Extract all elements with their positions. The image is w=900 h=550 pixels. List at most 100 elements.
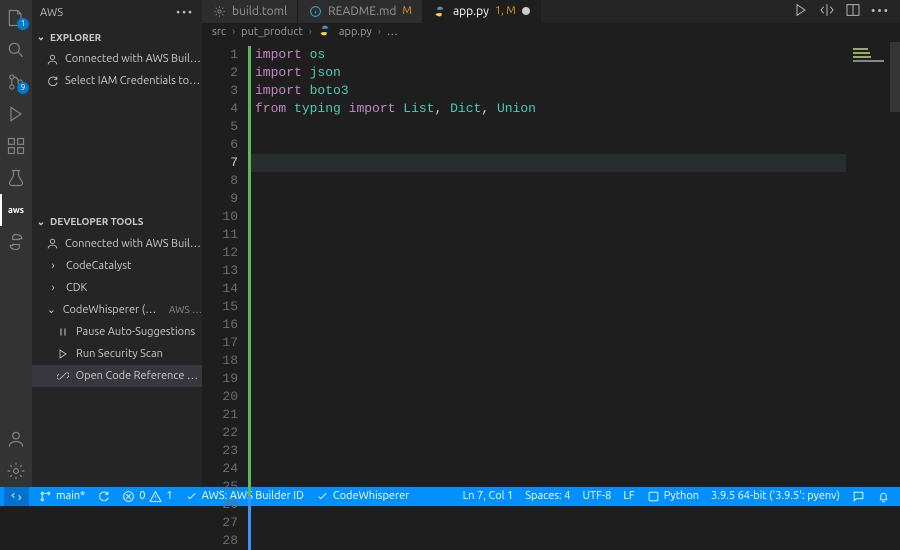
dirty-indicator	[522, 7, 530, 15]
line-number: 26	[202, 496, 238, 514]
code-line	[251, 334, 846, 352]
tab-label: README.md	[328, 5, 396, 18]
aws-side-panel: AWS ••• ⌄ EXPLORER Connected with AWS Bu…	[32, 0, 202, 487]
breadcrumb-segment[interactable]: …	[387, 26, 398, 38]
remote-indicator[interactable]	[4, 487, 29, 506]
code-line	[251, 118, 846, 136]
line-number: 17	[202, 334, 238, 352]
explorer-section-header[interactable]: ⌄ EXPLORER	[32, 26, 202, 48]
code-line	[251, 352, 846, 370]
devtools-item[interactable]: ›CDK	[32, 277, 202, 299]
editor-body: 1234567891011121314151617181920212223242…	[202, 42, 900, 487]
chev-icon: ›	[46, 281, 60, 295]
split-editor-icon[interactable]	[845, 2, 861, 21]
run-icon[interactable]	[793, 2, 809, 21]
breadcrumb-segment[interactable]: src	[212, 26, 226, 38]
editor-tab[interactable]: build.toml	[202, 0, 298, 23]
minimap[interactable]	[846, 42, 900, 487]
code-line	[251, 388, 846, 406]
code-line	[251, 442, 846, 460]
run-debug-icon[interactable]	[0, 98, 32, 130]
devtools-item[interactable]: Pause Auto-Suggestions	[32, 321, 202, 343]
explorer-icon[interactable]: 1	[0, 2, 32, 34]
editor-more-icon[interactable]: •••	[871, 5, 890, 18]
explorer-badge: 1	[17, 18, 29, 30]
file-icon	[212, 4, 226, 18]
accounts-icon[interactable]	[0, 423, 32, 455]
search-icon[interactable]	[0, 34, 32, 66]
testing-icon[interactable]	[0, 162, 32, 194]
line-number: 25	[202, 478, 238, 496]
breadcrumb-separator: ›	[378, 26, 381, 38]
line-number: 11	[202, 226, 238, 244]
play-icon	[56, 347, 70, 361]
explorer-item[interactable]: Connected with AWS Builder ID	[32, 48, 202, 70]
code-line	[251, 460, 846, 478]
minimap-scroll-indicator[interactable]	[890, 42, 900, 112]
vcs-status: 1, M	[495, 5, 516, 17]
user-icon	[46, 52, 59, 66]
line-number: 27	[202, 514, 238, 532]
sidepanel-more-icon[interactable]: •••	[176, 7, 194, 19]
line-number: 13	[202, 262, 238, 280]
notifications-icon[interactable]	[871, 487, 896, 506]
line-number: 22	[202, 424, 238, 442]
devtools-section-header[interactable]: ⌄ DEVELOPER TOOLS	[32, 211, 202, 233]
tree-item-label: CodeCatalyst	[66, 260, 131, 272]
problems-indicator[interactable]: 0 1	[116, 487, 178, 506]
breadcrumb-segment[interactable]: put_product	[241, 26, 303, 38]
pause-icon	[56, 325, 70, 339]
code-line: from typing import List, Dict, Union	[251, 100, 846, 118]
code-line	[251, 406, 846, 424]
devtools-item[interactable]: Run Security Scan	[32, 343, 202, 365]
tab-label: build.toml	[232, 5, 287, 18]
tree-item-label: Run Security Scan	[76, 348, 163, 360]
branch-indicator[interactable]: main*	[33, 487, 91, 506]
line-number: 19	[202, 370, 238, 388]
source-control-icon[interactable]: 9	[0, 66, 32, 98]
chevd-icon: ⌄	[46, 303, 57, 317]
line-number: 14	[202, 280, 238, 298]
line-number: 20	[202, 388, 238, 406]
code-line	[251, 496, 846, 514]
devtools-item[interactable]: Connected with AWS Builder ID	[32, 233, 202, 255]
editor-actions: •••	[783, 0, 900, 23]
settings-icon[interactable]	[0, 455, 32, 487]
breadcrumb-separator: ›	[232, 26, 235, 38]
code-line	[251, 190, 846, 208]
chevron-down-icon: ⌄	[36, 216, 46, 228]
split-compare-icon[interactable]	[819, 2, 835, 21]
line-number: 3	[202, 82, 238, 100]
chevron-down-icon: ⌄	[36, 31, 46, 43]
code-line	[251, 316, 846, 334]
python-env-icon[interactable]	[0, 226, 32, 258]
refresh-icon	[46, 74, 59, 88]
sync-indicator[interactable]	[91, 487, 116, 506]
line-number: 2	[202, 64, 238, 82]
code-area[interactable]: import osimport jsonimport boto3from typ…	[251, 42, 846, 487]
devtools-item[interactable]: Open Code Reference Log	[32, 365, 202, 387]
line-number: 6	[202, 136, 238, 154]
warning-count: 1	[166, 490, 172, 502]
line-number: 21	[202, 406, 238, 424]
code-line: import json	[251, 64, 846, 82]
editor-tab[interactable]: README.mdM	[298, 0, 423, 23]
explorer-item[interactable]: Select IAM Credentials to View …	[32, 70, 202, 92]
code-line	[251, 280, 846, 298]
code-line	[251, 424, 846, 442]
line-number: 1	[202, 46, 238, 64]
editor-tab[interactable]: app.py1, M	[423, 0, 541, 23]
line-number: 16	[202, 316, 238, 334]
feedback-icon[interactable]	[846, 487, 871, 506]
breadcrumb[interactable]: src›put_product›app.py›…	[202, 23, 900, 42]
aws-icon[interactable]: aws	[0, 194, 32, 226]
line-number: 12	[202, 244, 238, 262]
devtools-item[interactable]: ›CodeCatalyst	[32, 255, 202, 277]
devtools-item[interactable]: ⌄CodeWhisperer (Preview)AWS …	[32, 299, 202, 321]
line-gutter: 1234567891011121314151617181920212223242…	[202, 42, 248, 487]
code-line	[251, 172, 846, 190]
tree-item-label: CodeWhisperer (Preview)	[63, 304, 159, 316]
extensions-icon[interactable]	[0, 130, 32, 162]
line-number: 24	[202, 460, 238, 478]
breadcrumb-segment[interactable]: app.py	[339, 26, 372, 38]
